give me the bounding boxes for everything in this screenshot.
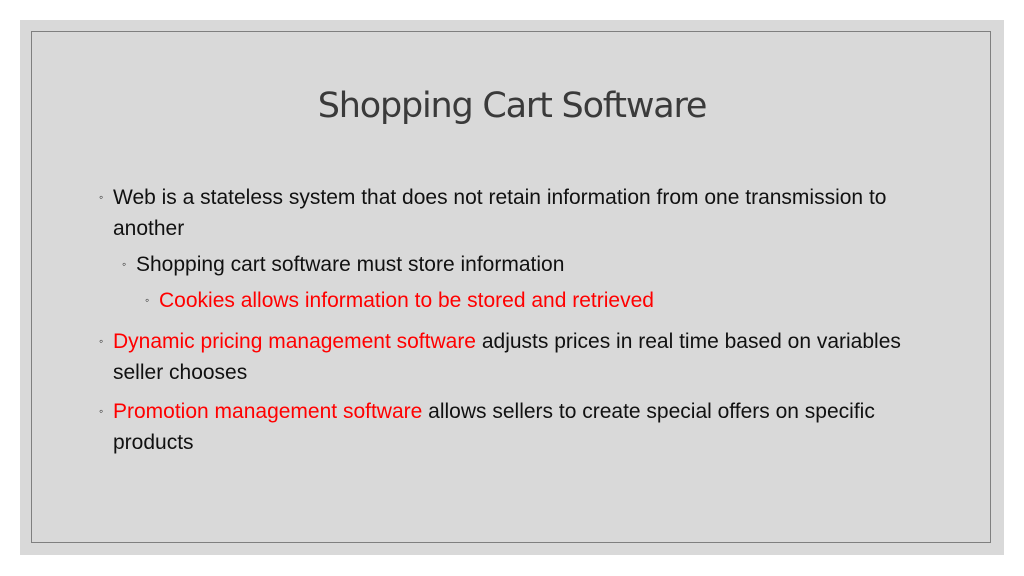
bullet-text-highlight: Promotion management software	[113, 400, 423, 423]
slide: Shopping Cart Software ◦ Web is a statel…	[20, 20, 1004, 555]
bullet-item-web-stateless: ◦ Web is a stateless system that does no…	[99, 182, 933, 244]
bullet-circle-icon: ◦	[122, 257, 127, 271]
slide-body: ◦ Web is a stateless system that does no…	[20, 20, 1004, 555]
bullet-circle-icon: ◦	[99, 190, 104, 204]
bullet-item-dynamic-pricing: ◦ Dynamic pricing management software ad…	[99, 326, 933, 388]
bullet-item-store-information: ◦ Shopping cart software must store info…	[122, 249, 916, 280]
bullet-circle-icon: ◦	[145, 293, 150, 307]
bullet-item-cookies: ◦ Cookies allows information to be store…	[145, 285, 919, 316]
bullet-text: Shopping cart software must store inform…	[136, 253, 565, 276]
bullet-text-highlight: Dynamic pricing management software	[113, 330, 476, 353]
bullet-circle-icon: ◦	[99, 404, 104, 418]
bullet-circle-icon: ◦	[99, 334, 104, 348]
bullet-item-promotion-management: ◦ Promotion management software allows s…	[99, 396, 933, 458]
bullet-text: Web is a stateless system that does not …	[113, 186, 887, 240]
bullet-text-highlight: Cookies allows information to be stored …	[159, 289, 654, 312]
